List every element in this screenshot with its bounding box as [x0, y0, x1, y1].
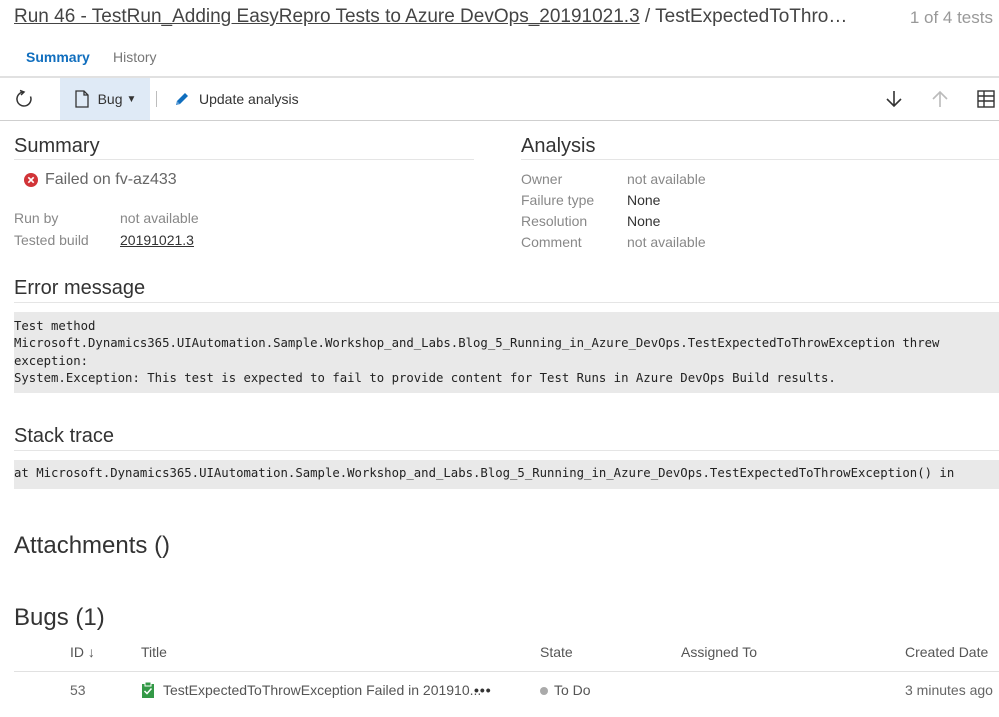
- bug-state: To Do: [540, 682, 591, 698]
- bug-title-cell[interactable]: TestExpectedToThrowException Failed in 2…: [141, 682, 481, 698]
- test-counter: 1 of 4 tests: [909, 8, 993, 27]
- bug-button[interactable]: Bug ▼: [60, 78, 150, 120]
- bug-title: TestExpectedToThrowException Failed in 2…: [163, 682, 482, 698]
- tested-build-label: Tested build: [14, 232, 89, 248]
- comment-label: Comment: [521, 234, 582, 250]
- arrow-up-icon: [932, 90, 948, 107]
- document-icon: [74, 90, 89, 108]
- failed-icon: [24, 173, 38, 187]
- resolution-label: Resolution: [521, 213, 588, 229]
- toolbar-divider: [0, 120, 999, 121]
- stack-trace-heading: Stack trace: [14, 425, 115, 447]
- failure-type-value: None: [627, 192, 661, 208]
- breadcrumb-separator: /: [639, 6, 656, 27]
- status-text: Failed on fv-az433: [45, 171, 177, 188]
- comment-value: not available: [627, 234, 706, 250]
- bugs-heading: Bugs (1): [14, 604, 105, 631]
- test-title: TestExpectedToThro…: [655, 6, 848, 27]
- column-header-state[interactable]: State: [540, 644, 573, 660]
- tested-build-link[interactable]: 20191021.3: [120, 232, 194, 248]
- error-message-text: Test method Microsoft.Dynamics365.UIAuto…: [14, 319, 940, 385]
- column-header-title[interactable]: Title: [141, 644, 167, 660]
- pencil-icon: [176, 93, 188, 105]
- run-by-label: Run by: [14, 210, 59, 226]
- error-message-heading: Error message: [14, 277, 146, 299]
- summary-divider: [14, 159, 474, 160]
- failure-type-label: Failure type: [521, 192, 595, 208]
- toolbar-separator: [156, 91, 157, 107]
- state-dot-icon: [540, 687, 548, 696]
- refresh-icon: [16, 89, 32, 107]
- summary-heading: Summary: [14, 135, 100, 157]
- previous-test-button[interactable]: [926, 78, 954, 120]
- test-status: Failed on fv-az433: [24, 171, 177, 189]
- bug-work-item-icon: [142, 682, 154, 698]
- caret-down-icon: ▼: [126, 93, 137, 105]
- bug-created-date: 3 minutes ago: [905, 682, 993, 698]
- stack-trace-text: at Microsoft.Dynamics365.UIAutomation.Sa…: [14, 466, 955, 480]
- arrow-down-icon: [886, 91, 902, 108]
- next-test-button[interactable]: [880, 78, 908, 120]
- tab-summary[interactable]: Summary: [26, 44, 90, 70]
- analysis-divider: [521, 159, 999, 160]
- run-link[interactable]: Run 46 - TestRun_Adding EasyRepro Tests …: [14, 6, 640, 27]
- bug-button-label: Bug: [97, 91, 123, 107]
- update-analysis-label: Update analysis: [199, 91, 299, 107]
- bug-id: 53: [70, 682, 86, 698]
- more-actions-icon[interactable]: •••: [474, 682, 492, 698]
- column-header-id[interactable]: ID ↓: [70, 644, 95, 660]
- table-header-divider: [14, 671, 999, 672]
- column-header-assigned-to[interactable]: Assigned To: [681, 644, 757, 660]
- update-analysis-button[interactable]: Update analysis: [173, 78, 313, 120]
- attachments-heading: Attachments (): [14, 532, 171, 559]
- refresh-button[interactable]: [8, 78, 40, 120]
- column-header-created-date[interactable]: Created Date: [905, 644, 988, 660]
- owner-value: not available: [627, 171, 706, 187]
- bug-state-label: To Do: [554, 682, 591, 698]
- run-by-value: not available: [120, 210, 199, 226]
- owner-label: Owner: [521, 171, 563, 187]
- breadcrumb: Run 46 - TestRun_Adding EasyRepro Tests …: [14, 6, 894, 28]
- column-options-button[interactable]: [972, 78, 999, 120]
- stack-divider: [14, 450, 999, 451]
- analysis-heading: Analysis: [521, 135, 596, 157]
- tab-history[interactable]: History: [113, 44, 157, 70]
- error-divider: [14, 302, 999, 303]
- resolution-value: None: [627, 213, 661, 229]
- table-columns-icon: [977, 90, 995, 108]
- toolbar: Bug ▼ Update analysis: [0, 78, 999, 120]
